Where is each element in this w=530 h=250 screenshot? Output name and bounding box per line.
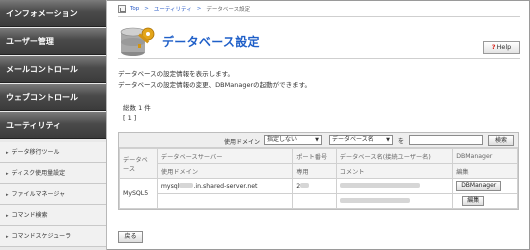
domain-filter-select[interactable]: 指定しない ▼: [264, 135, 322, 145]
sidebar: インフォメーション ユーザー管理 メールコントロール ウェブコントロール ユーテ…: [0, 0, 107, 250]
chevron-down-icon: ▼: [386, 137, 390, 143]
db-domain: [156, 193, 294, 209]
home-icon[interactable]: [118, 5, 126, 13]
header-database: データベース: [119, 148, 158, 179]
header-port: ポート番号: [292, 148, 337, 164]
total-count: 総数 1 件: [123, 104, 151, 112]
breadcrumb-separator: >: [196, 6, 202, 12]
database-key-icon: [120, 27, 155, 56]
domain-filter-value: 指定しない: [267, 136, 298, 143]
sidebar-sub-command-search[interactable]: ▸ コマンド検索: [0, 205, 106, 226]
table-row: MySQL5 mysql .in.shared-server.net 2 DBMa…: [119, 178, 518, 209]
sidebar-sub-command-scheduler[interactable]: ▸ コマンドスケジューラ: [0, 226, 106, 247]
edit-cell: 編集: [452, 193, 518, 209]
main-content: Top > ユーティリティ > データベース設定 データベース設定 ?Help …: [108, 0, 529, 249]
database-table: 使用ドメイン 指定しない ▼ データベース名 ▼ を 検索 データベース データ…: [118, 132, 519, 210]
header-server: データベースサーバー: [156, 148, 294, 164]
redacted-mask: [179, 183, 194, 188]
db-port: 2: [292, 178, 337, 194]
page-links[interactable]: [ 1 ]: [123, 113, 151, 123]
dbmanager-button[interactable]: DBManager: [456, 181, 502, 191]
db-host-prefix: mysql: [160, 182, 180, 190]
search-input[interactable]: [409, 135, 483, 145]
chevron-right-icon: ▸: [6, 150, 9, 156]
help-label: Help: [496, 43, 512, 51]
chevron-right-icon: ▸: [6, 192, 9, 198]
header-dedicated: 専用: [292, 163, 337, 179]
breadcrumb: Top > ユーティリティ > データベース設定: [118, 5, 250, 13]
sidebar-item-utility[interactable]: ユーティリティ: [0, 112, 106, 139]
sidebar-sub-label: ファイルマネージャ: [11, 191, 66, 198]
db-type: MySQL5: [119, 178, 158, 209]
help-button[interactable]: ?Help: [483, 41, 520, 54]
domain-filter-label: 使用ドメイン: [224, 139, 261, 146]
sidebar-item-web-control[interactable]: ウェブコントロール: [0, 84, 106, 111]
breadcrumb-current: データベース設定: [206, 7, 251, 13]
description-line: データベースの設定情報を表示します。: [118, 70, 235, 78]
chevron-right-icon: ▸: [6, 234, 9, 240]
chevron-down-icon: ▼: [315, 137, 319, 143]
help-icon: ?: [491, 43, 496, 51]
sidebar-sub-label: ディスク使用量設定: [11, 170, 66, 177]
header-edit: 編集: [452, 163, 518, 179]
sidebar-item-mail-control[interactable]: メールコントロール: [0, 56, 106, 83]
db-name: [335, 178, 454, 194]
filter-bar: 使用ドメイン 指定しない ▼ データベース名 ▼ を 検索: [119, 133, 518, 148]
sidebar-sub-label: コマンド検索: [11, 212, 48, 219]
divider: [118, 58, 520, 59]
chevron-right-icon: ▸: [6, 171, 9, 177]
search-field-value: データベース名: [332, 136, 374, 143]
divider: [118, 16, 520, 17]
table-header-row: データベース データベースサーバー ポート番号 データベース名(接続ユーザー名)…: [119, 148, 518, 179]
database-list: データベース データベースサーバー ポート番号 データベース名(接続ユーザー名)…: [119, 148, 518, 209]
dbmanager-cell: DBManager: [452, 178, 518, 194]
description: データベースの設定情報を表示します。 データベースの設定情報の変更、DBMana…: [118, 69, 311, 91]
sidebar-sub-disk-usage[interactable]: ▸ ディスク使用量設定: [0, 163, 106, 184]
sidebar-sub-file-manager[interactable]: ▸ ファイルマネージャ: [0, 184, 106, 205]
search-button[interactable]: 検索: [488, 135, 514, 146]
sidebar-item-user-management[interactable]: ユーザー管理: [0, 28, 106, 55]
redacted-mask: [339, 183, 420, 188]
breadcrumb-top[interactable]: Top: [130, 6, 139, 12]
sidebar-sub-label: データ移行ツール: [11, 149, 60, 156]
sidebar-sub-label: コマンドスケジューラ: [11, 233, 72, 240]
breadcrumb-separator: >: [144, 6, 149, 12]
breadcrumb-utility[interactable]: ユーティリティ: [154, 5, 192, 13]
db-host: mysql .in.shared-server.net: [156, 178, 294, 194]
filter-eq-label: を: [398, 138, 405, 145]
redacted-mask: [339, 198, 410, 203]
chevron-right-icon: ▸: [6, 213, 9, 219]
back-button[interactable]: 戻る: [118, 231, 143, 243]
header-domain: 使用ドメイン: [156, 163, 294, 179]
sidebar-sub-data-migration[interactable]: ▸ データ移行ツール: [0, 142, 106, 163]
table-header-row: 使用ドメイン 専用 コメント 編集: [120, 163, 518, 179]
header-dbname: データベース名(接続ユーザー名): [335, 148, 454, 164]
db-dedicated: [292, 193, 337, 209]
search-field-select[interactable]: データベース名 ▼: [329, 135, 393, 145]
header-comment: コメント: [335, 163, 454, 179]
db-comment: [335, 193, 454, 209]
redacted-mask: [300, 183, 310, 188]
page-title: データベース設定: [162, 35, 260, 49]
sidebar-item-information[interactable]: インフォメーション: [0, 0, 106, 27]
description-line: データベースの設定情報の変更、DBManagerの起動ができます。: [118, 81, 311, 89]
edit-button[interactable]: 編集: [462, 196, 485, 206]
table-row: 編集: [120, 193, 518, 209]
pagination: 総数 1 件 [ 1 ]: [123, 103, 151, 123]
db-host-suffix: .in.shared-server.net: [193, 182, 258, 190]
header-dbmanager: DBManager: [452, 148, 518, 164]
